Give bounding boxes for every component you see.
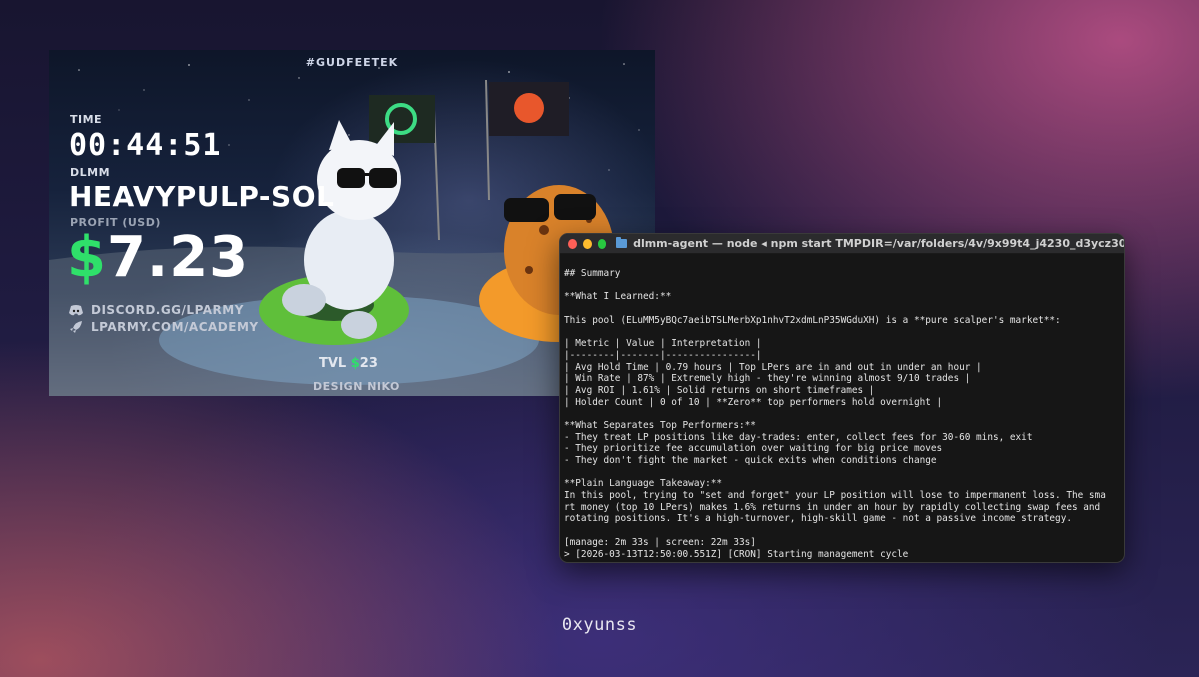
elapsed-time: 00:44:51 [69,128,222,163]
terminal-line: ## Summary [564,268,621,279]
terminal-output[interactable]: ## Summary **What I Learned:** This pool (… [560,254,1124,560]
terminal-line: This pool (ELuMM5yBQc7aeibTSLMerbXp1nhvT… [564,314,1061,326]
terminal-line: **What I Learned:** [564,291,672,303]
terminal-line: - They prioritize fee accumulation over … [564,443,943,455]
author-label: 0xyunss [561,615,638,635]
tvl-value: 23 [359,356,378,371]
terminal-line: | Win Rate | 87% | Extremely high - they… [564,373,971,385]
profit-value: $7.23 [67,230,249,286]
terminal-line: rt money (top 10 LPers) makes 1.6% retur… [564,501,1101,513]
terminal-line: | Metric | Value | Interpretation | [564,338,762,350]
terminal-titlebar[interactable]: dlmm-agent — node ◂ npm start TMPDIR=/va… [560,234,1124,254]
design-credit: DESIGN NIKO [313,380,400,393]
profit-currency: $ [67,225,107,290]
terminal-line: **Plain Language Takeaway:** [564,478,723,490]
terminal-line: [manage: 2m 33s | screen: 22m 33s] [564,536,756,548]
terminal-line: **What Separates Top Performers:** [564,419,756,431]
maximize-button[interactable] [597,238,607,249]
terminal-line: In this pool, trying to "set and forget"… [564,490,1106,502]
hashtag: #GUDFEETEK [305,56,399,69]
pool-type-label: DLMM [70,166,111,179]
terminal-line: | Avg Hold Time | 0.79 hours | Top LPers… [564,361,982,373]
discord-icon [69,304,83,315]
tvl-label: TVL [319,356,347,371]
pool-name: HEAVYPULP-SOL [69,180,335,213]
terminal-line: | Holder Count | 0 of 10 | **Zero** top … [564,396,943,408]
window-title: dlmm-agent — node ◂ npm start TMPDIR=/va… [633,237,1124,250]
terminal-line: - They treat LP positions like day-trade… [564,431,1033,443]
terminal-window[interactable]: dlmm-agent — node ◂ npm start TMPDIR=/va… [559,233,1125,563]
terminal-line: > [2026-03-13T12:50:00.551Z] [CRON] Star… [564,548,909,560]
rocket-icon [70,320,82,333]
terminal-line: rotating positions. It's a high-turnover… [564,513,1072,525]
folder-icon [616,237,628,248]
discord-text: DISCORD.GG/LPARMY [91,303,244,317]
terminal-line: | Avg ROI | 1.61% | Solid returns on sho… [564,384,875,396]
discord-link: DISCORD.GG/LPARMY [69,303,244,317]
academy-text: LPARMY.COM/ACADEMY [91,320,259,334]
minimize-button[interactable] [582,238,592,249]
terminal-line: - They don't fight the market - quick ex… [564,455,937,466]
profit-amount: 7.23 [106,225,250,290]
terminal-line: |--------|-------|----------------| [564,349,762,361]
close-button[interactable] [568,238,577,249]
academy-link: LPARMY.COM/ACADEMY [69,320,259,334]
time-label: TIME [70,113,103,126]
tvl-currency: $ [350,356,360,371]
tvl: TVL $23 [319,356,378,371]
